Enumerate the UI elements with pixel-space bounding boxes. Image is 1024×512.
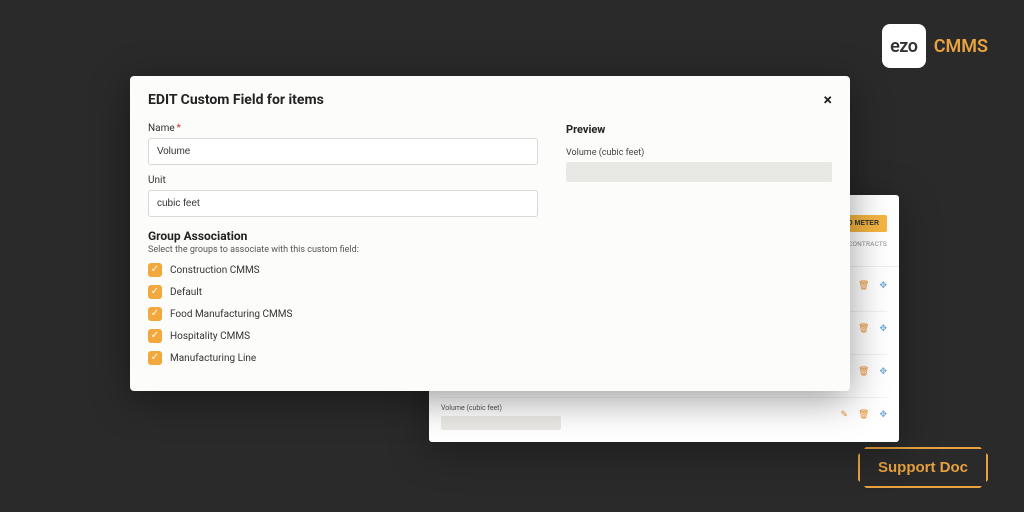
- group-association-title: Group Association: [148, 229, 538, 243]
- unit-label: Unit: [148, 175, 538, 186]
- list-item: Volume (cubic feet)✎ 🗑 ✥: [441, 404, 887, 430]
- delete-icon[interactable]: 🗑: [858, 281, 869, 291]
- group-row: ✓ Hospitality CMMS: [148, 329, 538, 343]
- group-row: ✓ Default: [148, 285, 538, 299]
- unit-input[interactable]: [148, 190, 538, 217]
- preview-field-label: Volume (cubic feet): [566, 148, 832, 158]
- drag-icon[interactable]: ✥: [879, 324, 887, 334]
- brand-logo: ezo: [882, 24, 926, 68]
- group-label: Hospitality CMMS: [170, 331, 250, 342]
- preview-title: Preview: [566, 123, 832, 136]
- brand-name: CMMS: [934, 36, 988, 57]
- group-label: Manufacturing Line: [170, 353, 256, 364]
- name-input[interactable]: [148, 138, 538, 165]
- list-item-label: Volume (cubic feet): [441, 404, 887, 412]
- checkbox[interactable]: ✓: [148, 329, 162, 343]
- checkbox[interactable]: ✓: [148, 307, 162, 321]
- drag-icon[interactable]: ✥: [879, 410, 887, 420]
- support-doc-button[interactable]: Support Doc: [858, 447, 988, 488]
- delete-icon[interactable]: 🗑: [858, 410, 869, 420]
- preview-field: [566, 162, 832, 182]
- checkbox[interactable]: ✓: [148, 351, 162, 365]
- checkbox[interactable]: ✓: [148, 285, 162, 299]
- delete-icon[interactable]: 🗑: [858, 324, 869, 334]
- group-label: Construction CMMS: [170, 265, 260, 276]
- group-row: ✓ Construction CMMS: [148, 263, 538, 277]
- drag-icon[interactable]: ✥: [879, 367, 887, 377]
- group-label: Default: [170, 287, 202, 298]
- drag-icon[interactable]: ✥: [879, 281, 887, 291]
- modal-title: EDIT Custom Field for items: [148, 92, 324, 108]
- group-association-sub: Select the groups to associate with this…: [148, 245, 538, 255]
- row-actions: ✎ 🗑 ✥: [840, 410, 887, 420]
- delete-icon[interactable]: 🗑: [858, 367, 869, 377]
- edit-custom-field-modal: EDIT Custom Field for items × Name* Unit…: [130, 76, 850, 391]
- brand: ezo CMMS: [882, 24, 988, 68]
- name-label: Name*: [148, 123, 538, 134]
- list-item-field[interactable]: [441, 416, 561, 430]
- group-row: ✓ Food Manufacturing CMMS: [148, 307, 538, 321]
- group-row: ✓ Manufacturing Line: [148, 351, 538, 365]
- tab-contracts[interactable]: CONTRACTS: [848, 240, 887, 260]
- edit-icon[interactable]: ✎: [840, 410, 848, 420]
- close-icon[interactable]: ×: [824, 90, 833, 109]
- group-label: Food Manufacturing CMMS: [170, 309, 292, 320]
- checkbox[interactable]: ✓: [148, 263, 162, 277]
